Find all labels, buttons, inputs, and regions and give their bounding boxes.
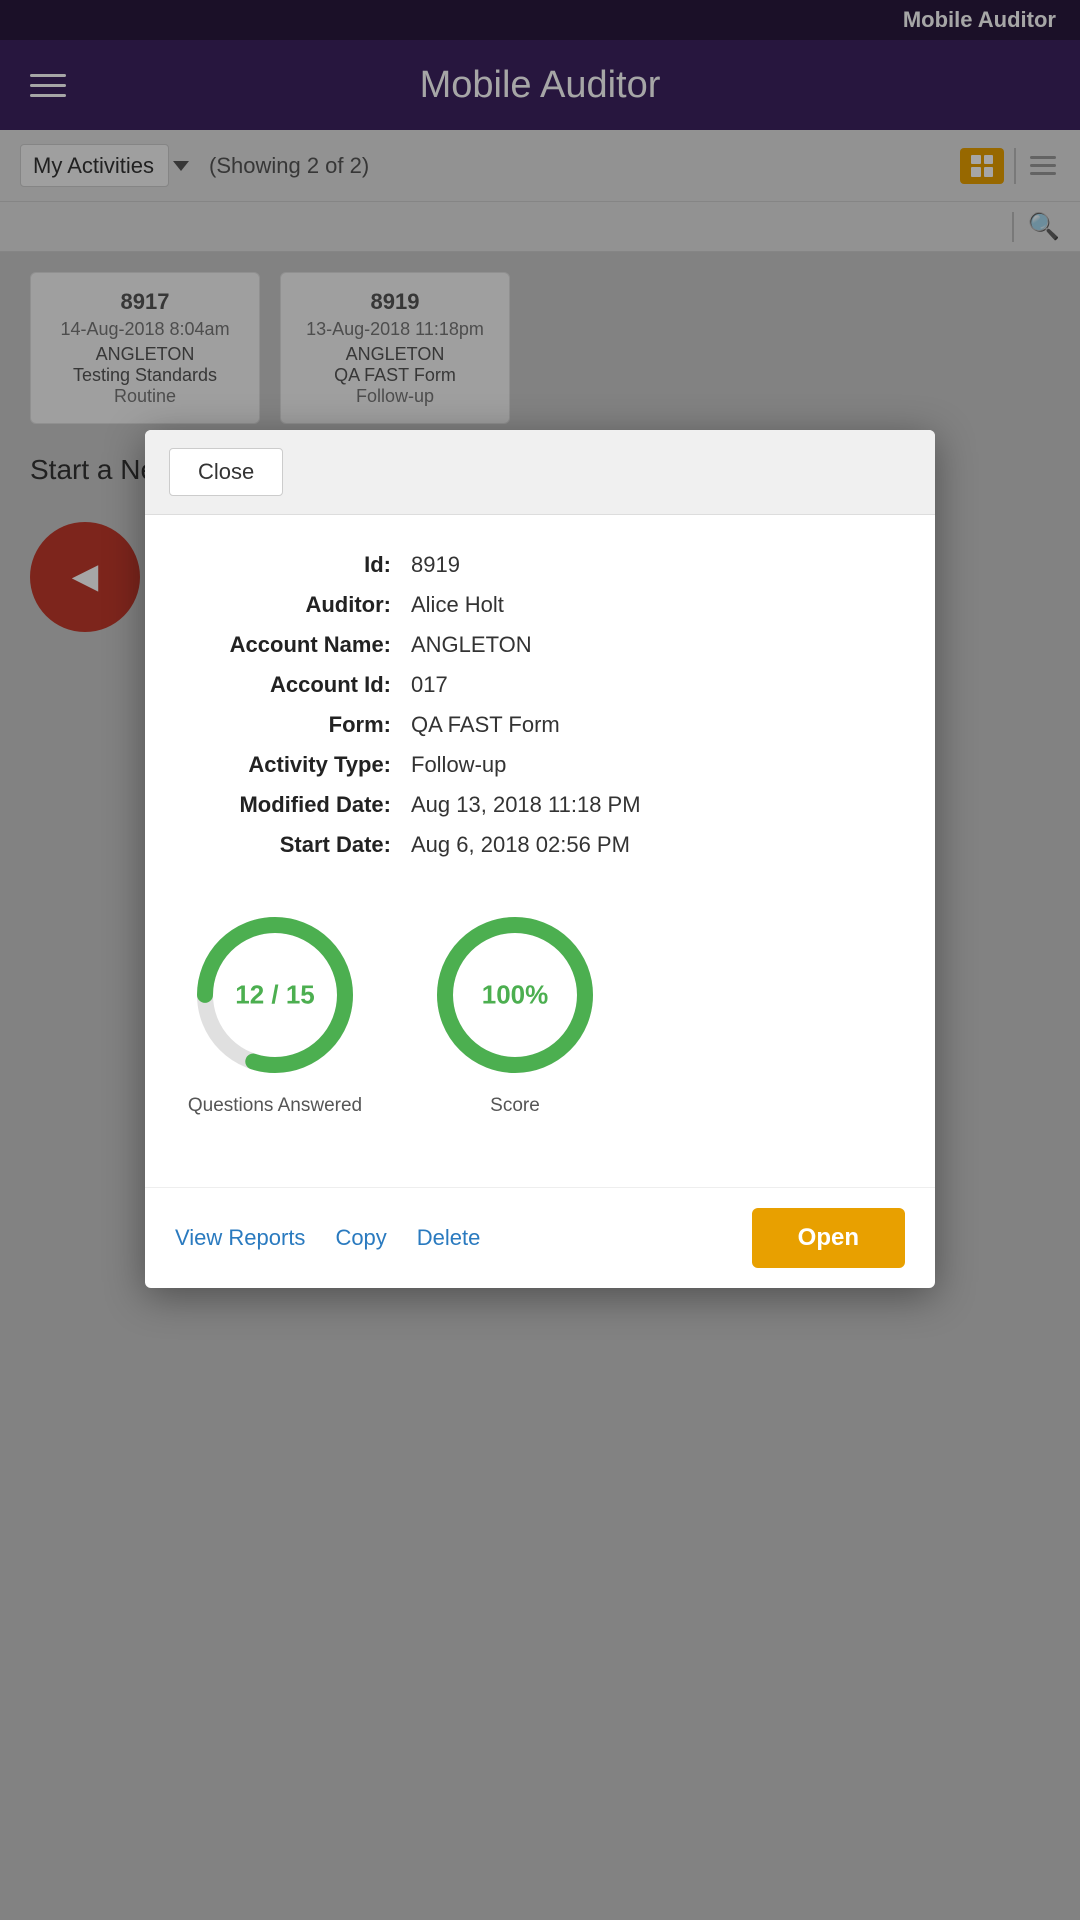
detail-label-start-date: Start Date: xyxy=(185,825,405,865)
detail-label-account-id: Account Id: xyxy=(185,665,405,705)
detail-value-modified-date: Aug 13, 2018 11:18 PM xyxy=(405,785,895,825)
modal-body: Id: 8919 Auditor: Alice Holt Account Nam… xyxy=(145,515,935,1187)
score-donut-label: 100% xyxy=(482,980,549,1011)
detail-row-modified-date: Modified Date: Aug 13, 2018 11:18 PM xyxy=(185,785,895,825)
detail-label-activity-type: Activity Type: xyxy=(185,745,405,785)
delete-button[interactable]: Delete xyxy=(417,1225,481,1251)
detail-row-auditor: Auditor: Alice Holt xyxy=(185,585,895,625)
questions-chart-caption: Questions Answered xyxy=(188,1095,362,1117)
score-chart-caption: Score xyxy=(490,1095,540,1117)
copy-button[interactable]: Copy xyxy=(335,1225,386,1251)
open-button[interactable]: Open xyxy=(752,1208,905,1268)
detail-row-id: Id: 8919 xyxy=(185,545,895,585)
detail-value-activity-type: Follow-up xyxy=(405,745,895,785)
detail-value-auditor: Alice Holt xyxy=(405,585,895,625)
detail-row-form: Form: QA FAST Form xyxy=(185,705,895,745)
score-donut: 100% xyxy=(425,905,605,1085)
detail-row-activity-type: Activity Type: Follow-up xyxy=(185,745,895,785)
detail-value-form: QA FAST Form xyxy=(405,705,895,745)
questions-answered-chart: 12 / 15 Questions Answered xyxy=(185,905,365,1117)
questions-donut: 12 / 15 xyxy=(185,905,365,1085)
detail-label-id: Id: xyxy=(185,545,405,585)
detail-value-account-name: ANGLETON xyxy=(405,625,895,665)
detail-value-account-id: 017 xyxy=(405,665,895,705)
detail-table: Id: 8919 Auditor: Alice Holt Account Nam… xyxy=(185,545,895,865)
modal-overlay: Close Id: 8919 Auditor: Alice Holt Accou… xyxy=(0,0,1080,1920)
detail-row-account-id: Account Id: 017 xyxy=(185,665,895,705)
detail-row-start-date: Start Date: Aug 6, 2018 02:56 PM xyxy=(185,825,895,865)
charts-row: 12 / 15 Questions Answered 100% xyxy=(185,895,895,1127)
view-reports-button[interactable]: View Reports xyxy=(175,1225,305,1251)
close-button[interactable]: Close xyxy=(169,448,283,496)
modal: Close Id: 8919 Auditor: Alice Holt Accou… xyxy=(145,430,935,1288)
detail-label-modified-date: Modified Date: xyxy=(185,785,405,825)
detail-label-auditor: Auditor: xyxy=(185,585,405,625)
score-chart: 100% Score xyxy=(425,905,605,1117)
modal-footer: View Reports Copy Delete Open xyxy=(145,1187,935,1288)
detail-value-start-date: Aug 6, 2018 02:56 PM xyxy=(405,825,895,865)
detail-label-account-name: Account Name: xyxy=(185,625,405,665)
detail-value-id: 8919 xyxy=(405,545,895,585)
questions-donut-label: 12 / 15 xyxy=(235,980,315,1011)
detail-label-form: Form: xyxy=(185,705,405,745)
detail-row-account-name: Account Name: ANGLETON xyxy=(185,625,895,665)
modal-header: Close xyxy=(145,430,935,515)
